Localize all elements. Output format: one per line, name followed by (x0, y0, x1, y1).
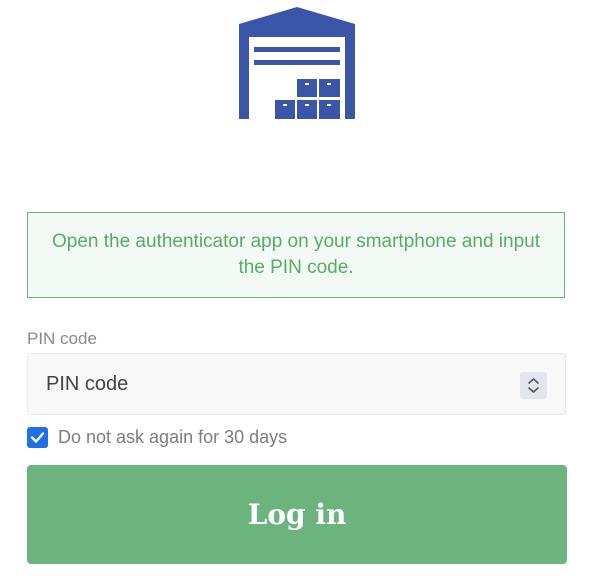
remember-checkbox[interactable] (27, 427, 48, 448)
pin-code-field[interactable] (27, 353, 566, 415)
remember-label[interactable]: Do not ask again for 30 days (58, 427, 287, 448)
login-page: Open the authenticator app on your smart… (0, 0, 610, 585)
pin-code-input[interactable] (28, 354, 526, 414)
authenticator-notice: Open the authenticator app on your smart… (27, 212, 565, 298)
authenticator-notice-text: Open the authenticator app on your smart… (51, 231, 540, 278)
pin-code-label: PIN code (27, 329, 97, 348)
checkmark-icon (30, 432, 45, 443)
login-button[interactable]: Log in (27, 465, 567, 564)
number-stepper[interactable] (520, 372, 547, 399)
stepper-arrows-icon (528, 378, 539, 393)
warehouse-logo-icon (239, 7, 355, 119)
